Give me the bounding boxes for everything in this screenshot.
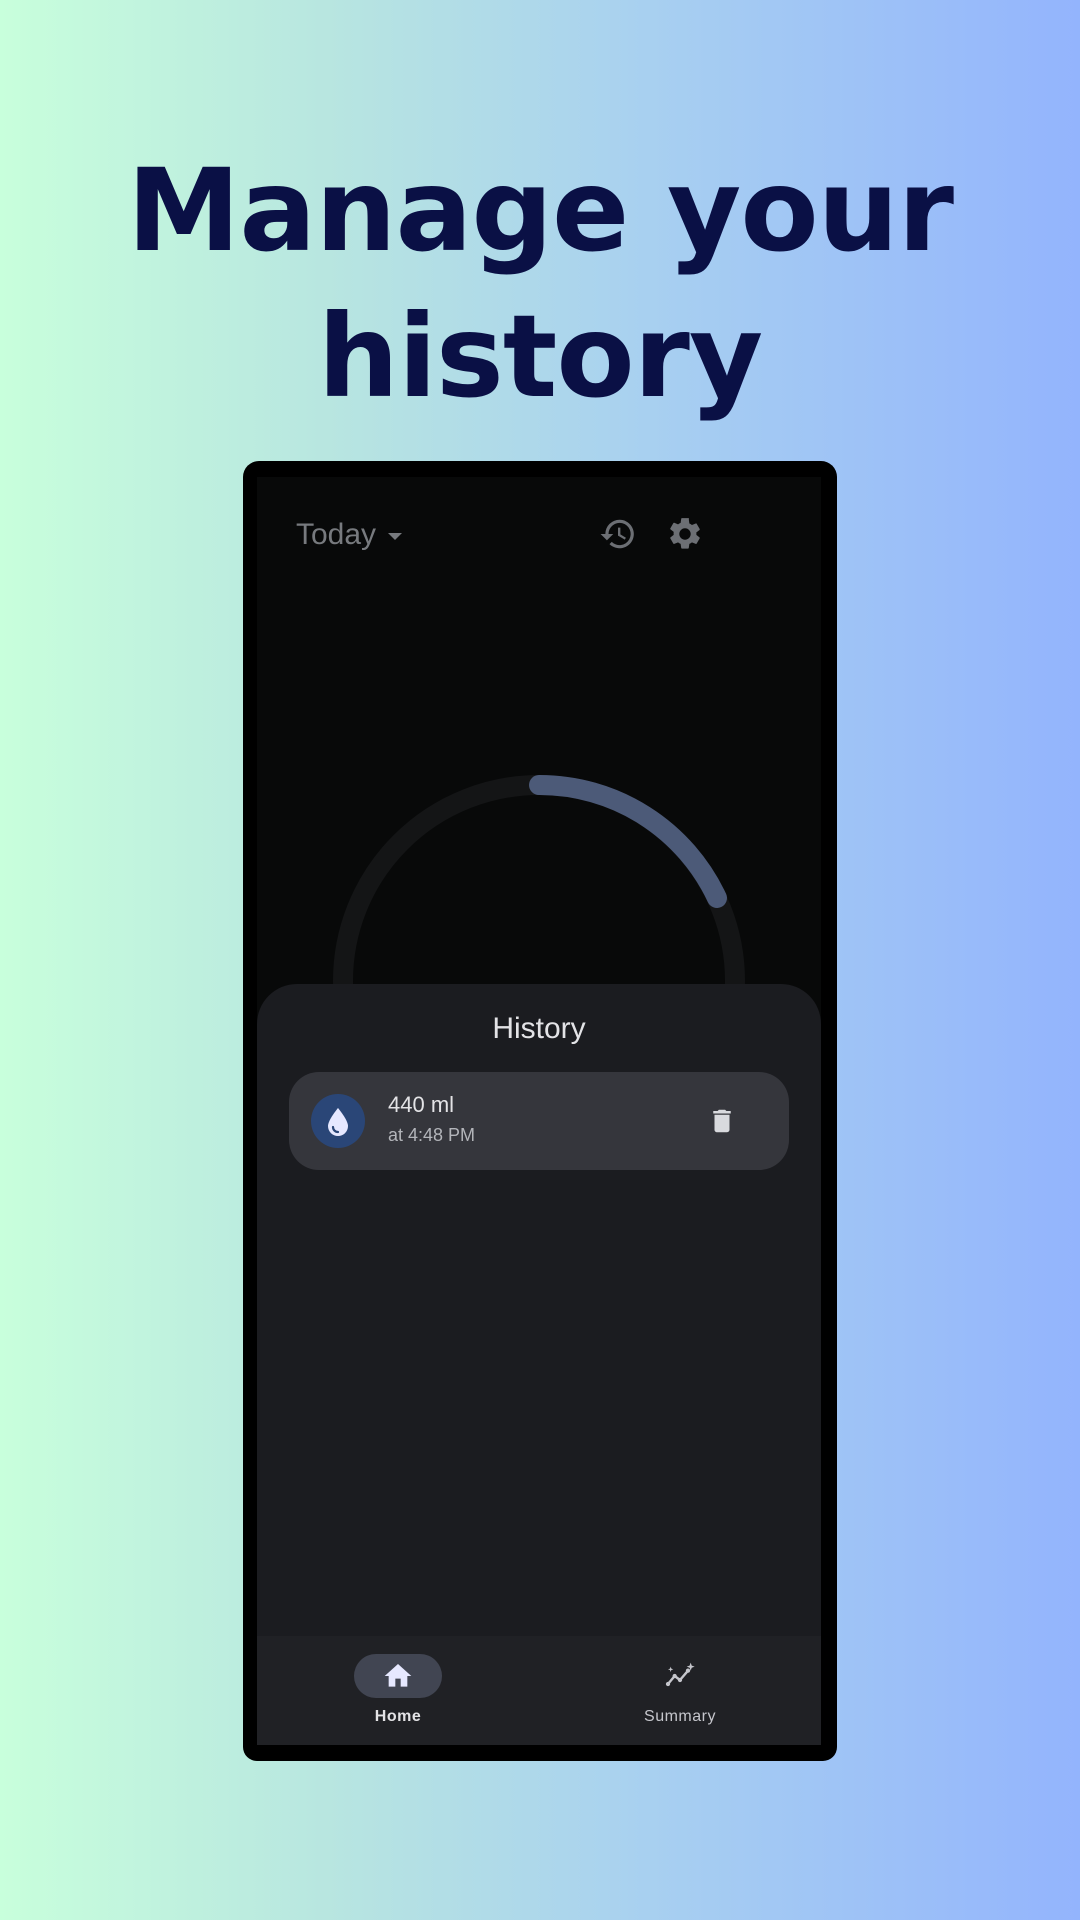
trash-icon[interactable]: [707, 1105, 737, 1137]
drink-avatar: [311, 1094, 365, 1148]
app-screen: Today History 440 ml at 4:48 PM Home Sum…: [257, 477, 821, 1745]
phone-frame: Today History 440 ml at 4:48 PM Home Sum…: [243, 461, 837, 1761]
nav-label-summary: Summary: [644, 1708, 716, 1725]
history-sheet: History 440 ml at 4:48 PM: [257, 984, 821, 1636]
history-list-item[interactable]: 440 ml at 4:48 PM: [289, 1072, 789, 1170]
nav-item-summary[interactable]: Summary: [539, 1636, 821, 1745]
nav-label-home: Home: [374, 1708, 422, 1725]
headline: Manage your history: [0, 138, 1080, 430]
headline-line-2: history: [317, 290, 763, 423]
nav-item-home[interactable]: Home: [257, 1636, 539, 1745]
progress-ring-arc: [529, 774, 727, 908]
headline-line-1: Manage your: [126, 144, 954, 277]
history-sheet-title: History: [492, 1012, 586, 1045]
sparkle-chart-icon: [665, 1662, 695, 1687]
water-drop-icon: [328, 1108, 348, 1136]
bottom-navigation: Home Summary: [257, 1636, 821, 1745]
history-item-time: at 4:48 PM: [388, 1125, 476, 1145]
history-item-amount: 440 ml: [388, 1092, 455, 1117]
home-icon: [384, 1664, 412, 1687]
